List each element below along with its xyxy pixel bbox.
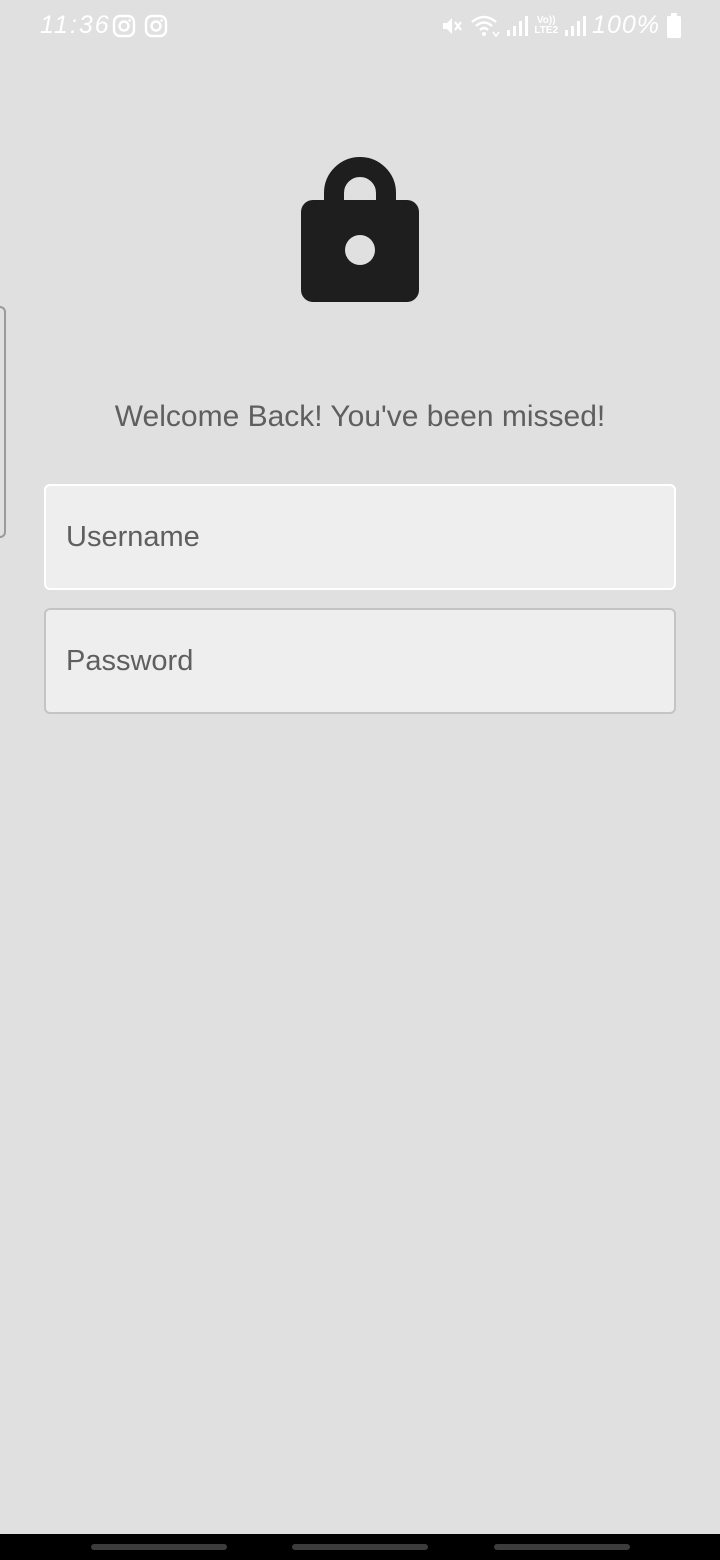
password-input[interactable] [44,608,676,714]
signal-icon [565,15,587,36]
volte-label: Vo)) [536,14,556,26]
nav-recents-button[interactable] [91,1544,227,1550]
welcome-message: Welcome Back! You've been missed! [114,400,606,433]
nav-home-button[interactable] [292,1544,428,1550]
instagram-icon [144,14,168,38]
lte2-label: LTE2 [534,24,559,36]
username-input[interactable] [44,484,676,590]
navigation-bar [0,1534,720,1560]
login-screen: 11:36 Vo)) LTE2 100% Welcome Back! You'v… [0,0,720,1560]
wifi-icon [471,15,500,37]
mute-icon [443,17,463,34]
instagram-icon [112,14,136,38]
battery-percent: 100% [592,11,660,39]
notification-icons [112,14,168,38]
status-bar: 11:36 Vo)) LTE2 100% [0,0,720,54]
nav-back-button[interactable] [494,1544,630,1550]
system-status-icons: Vo)) LTE2 100% [440,11,682,40]
signal-icon [507,15,529,36]
battery-icon [667,12,681,38]
status-time: 11:36 [40,11,111,39]
lock-icon [301,157,419,302]
volte-lte2-icon: Vo)) LTE2 [534,14,559,36]
